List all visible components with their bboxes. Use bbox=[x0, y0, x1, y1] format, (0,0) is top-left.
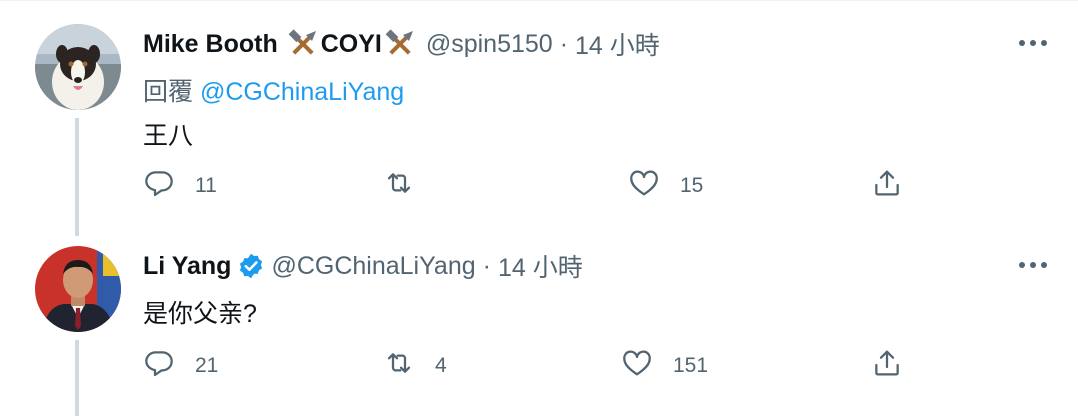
heart-icon bbox=[621, 347, 653, 385]
author-handle[interactable]: @CGChinaLiYang bbox=[271, 252, 475, 281]
retweet-button[interactable] bbox=[383, 166, 435, 206]
action-bar: 11 15 bbox=[143, 166, 923, 206]
comment-icon bbox=[143, 347, 175, 385]
author-name[interactable]: Mike Booth bbox=[143, 30, 278, 59]
separator-dot: · bbox=[559, 29, 569, 58]
tweet-text: 是你父亲? bbox=[143, 300, 257, 328]
retweet-button[interactable]: 4 bbox=[383, 346, 447, 386]
share-button[interactable] bbox=[871, 346, 903, 386]
hammer-pick-icon bbox=[385, 29, 415, 59]
tweet-header: Mike Booth COYI @spin5150 · 14 小時 bbox=[143, 24, 660, 64]
author-name[interactable]: Li Yang bbox=[143, 252, 231, 281]
tweet-header: Li Yang @CGChinaLiYang · 14 小時 bbox=[143, 246, 583, 286]
thread-line bbox=[75, 118, 79, 236]
share-icon bbox=[871, 347, 903, 385]
author-handle[interactable]: @spin5150 bbox=[426, 30, 553, 59]
avatar[interactable] bbox=[35, 246, 121, 332]
like-count: 15 bbox=[680, 174, 704, 197]
avatar[interactable] bbox=[35, 24, 121, 110]
action-bar: 21 4 151 bbox=[143, 346, 923, 386]
separator-dot: · bbox=[482, 251, 491, 280]
hammer-pick-icon bbox=[288, 29, 318, 59]
tweet-time[interactable]: 14 小時 bbox=[498, 248, 583, 284]
reply-count: 11 bbox=[195, 174, 217, 197]
like-button[interactable]: 151 bbox=[621, 346, 708, 386]
verified-badge-icon bbox=[237, 252, 265, 280]
tweet-mike-booth[interactable]: Mike Booth COYI @spin5150 · 14 小時 回覆 @CG… bbox=[0, 0, 1078, 236]
like-button[interactable]: 15 bbox=[628, 166, 703, 206]
like-count: 151 bbox=[673, 354, 709, 377]
share-button[interactable] bbox=[871, 166, 903, 206]
retweet-count: 4 bbox=[435, 354, 447, 377]
retweet-icon bbox=[383, 167, 415, 205]
name-suffix: COYI bbox=[320, 29, 382, 58]
tweet-li-yang[interactable]: Li Yang @CGChinaLiYang · 14 小時 是你父亲? 21 … bbox=[0, 236, 1078, 416]
reply-button[interactable]: 11 bbox=[143, 166, 217, 206]
share-icon bbox=[871, 167, 903, 205]
reply-count: 21 bbox=[195, 354, 219, 377]
heart-icon bbox=[628, 167, 660, 205]
replying-to: 回覆 @CGChinaLiYang bbox=[143, 72, 404, 108]
more-icon[interactable] bbox=[1016, 248, 1050, 282]
reply-button[interactable]: 21 bbox=[143, 346, 218, 386]
reply-mention-link[interactable]: @CGChinaLiYang bbox=[200, 78, 404, 106]
retweet-icon bbox=[383, 347, 415, 385]
tweet-text: 王八 bbox=[143, 122, 194, 150]
more-icon[interactable] bbox=[1016, 26, 1050, 60]
comment-icon bbox=[143, 167, 175, 205]
reply-prefix: 回覆 bbox=[143, 78, 194, 106]
thread-line bbox=[75, 340, 79, 416]
tweet-time[interactable]: 14 小時 bbox=[575, 26, 660, 62]
